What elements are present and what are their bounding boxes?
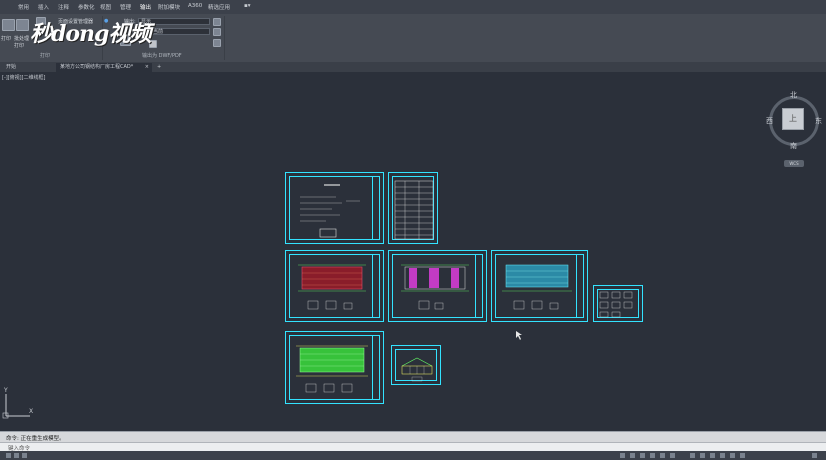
plus-icon: + xyxy=(157,64,162,70)
viewport-controls[interactable]: [-][俯视][二维线框] xyxy=(2,74,46,81)
menu-insert[interactable]: 插入 xyxy=(38,3,49,11)
viewcube-top-face[interactable]: 上 xyxy=(782,108,804,130)
menu-home[interactable]: 常用 xyxy=(18,3,29,11)
layout-icon[interactable] xyxy=(22,453,27,458)
pdf-options-icon[interactable] xyxy=(213,39,221,47)
compass-east[interactable]: 东 xyxy=(815,116,822,126)
drawing-sheet-elevation[interactable] xyxy=(391,345,441,385)
command-history-text: 命令: 正在重生成模型。 xyxy=(6,436,65,442)
drawing-sheet-details[interactable] xyxy=(593,285,643,322)
model-icon[interactable] xyxy=(6,453,11,458)
ribbon-separator xyxy=(224,16,225,60)
plot-button[interactable]: 打印 xyxy=(1,35,11,42)
ortho-icon[interactable] xyxy=(630,453,635,458)
isolate-icon[interactable] xyxy=(720,453,725,458)
compass-west[interactable]: 西 xyxy=(766,116,773,126)
watermark-logo: 秒dong视频 xyxy=(30,21,151,47)
group-export-label: 输出为 DWF/PDF xyxy=(142,53,182,59)
osnap-icon[interactable] xyxy=(650,453,655,458)
drawing-sheet-plan-green[interactable] xyxy=(285,331,384,404)
gear-icon[interactable] xyxy=(710,453,715,458)
menu-a360[interactable]: A360 xyxy=(188,3,202,9)
hardware-icon[interactable] xyxy=(730,453,735,458)
page-setup-select[interactable]: 当前 xyxy=(150,28,210,35)
ucs-x-label: X xyxy=(29,408,33,415)
workspace-icon[interactable] xyxy=(700,453,705,458)
file-tab-bar: 开始 某地方公司钢结构厂房工程CAD* × + xyxy=(0,62,826,72)
cursor-icon xyxy=(516,331,522,340)
menu-manage[interactable]: 管理 xyxy=(120,3,131,11)
wcs-menu[interactable]: WCS xyxy=(784,160,804,167)
polar-icon[interactable] xyxy=(640,453,645,458)
grid-icon[interactable] xyxy=(14,453,19,458)
menu-view[interactable]: 视图 xyxy=(100,3,111,11)
ucs-y-label: Y xyxy=(3,387,8,394)
tab-document[interactable]: 某地方公司钢结构厂房工程CAD* × xyxy=(56,63,152,72)
snap-icon[interactable] xyxy=(620,453,625,458)
menu-output[interactable]: 输出 xyxy=(140,3,151,11)
menu-addins[interactable]: 附加模块 xyxy=(158,3,180,11)
ucs-icon xyxy=(2,394,30,419)
drawing-sheet-plan-magenta[interactable] xyxy=(388,250,487,322)
tab-start[interactable]: 开始 xyxy=(2,63,54,72)
menu-bar: 常用 插入 注释 参数化 视图 管理 输出 附加模块 A360 精选应用 ▪▾ xyxy=(0,0,826,15)
menu-parametric[interactable]: 参数化 xyxy=(78,3,95,11)
menu-more-icon[interactable]: ▪▾ xyxy=(244,3,251,9)
batch-plot-icon[interactable] xyxy=(16,19,29,31)
annotation-scale-icon[interactable] xyxy=(690,453,695,458)
drawing-sheet-plan-cyan[interactable] xyxy=(491,250,588,322)
plot-icon[interactable] xyxy=(2,19,15,31)
clean-screen-icon[interactable] xyxy=(740,453,745,458)
drawing-sheet-plan-red[interactable] xyxy=(285,250,384,322)
drawing-canvas[interactable]: Y X xyxy=(0,72,826,428)
compass-north[interactable]: 北 xyxy=(790,90,797,100)
menu-annotate[interactable]: 注释 xyxy=(58,3,69,11)
plot-options-icon[interactable] xyxy=(213,28,221,36)
drawing-sheet-schedule[interactable] xyxy=(388,172,438,244)
lineweight-icon[interactable] xyxy=(670,453,675,458)
status-bar xyxy=(0,451,826,460)
otrack-icon[interactable] xyxy=(660,453,665,458)
preview-icon[interactable] xyxy=(213,18,221,26)
drawing-sheet-cover[interactable] xyxy=(285,172,384,244)
menu-featured-apps[interactable]: 精选应用 xyxy=(208,3,230,11)
customize-menu-icon[interactable] xyxy=(812,453,817,458)
new-tab-button[interactable]: + xyxy=(154,63,166,72)
close-icon[interactable]: × xyxy=(145,63,149,72)
compass-south[interactable]: 南 xyxy=(790,141,797,151)
group-plot-label: 打印 xyxy=(40,53,51,59)
